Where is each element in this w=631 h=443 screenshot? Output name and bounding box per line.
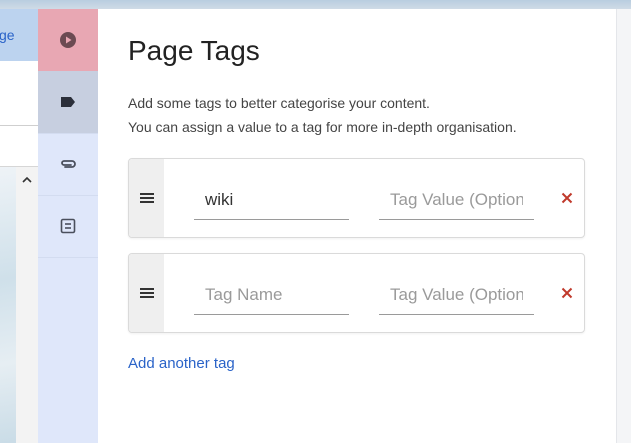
close-icon [561, 287, 573, 299]
remove-tag-button[interactable] [559, 285, 575, 301]
drag-handle[interactable] [129, 254, 164, 332]
editor-pane: ge [0, 9, 38, 443]
remove-tag-button[interactable] [559, 190, 575, 206]
editor-divider [0, 125, 38, 126]
editor-active-item[interactable]: ge [0, 9, 38, 61]
editor-scrollbar[interactable] [16, 167, 38, 443]
attachment-icon [61, 160, 76, 168]
tab-attachments[interactable] [38, 133, 98, 196]
tag-row [128, 253, 585, 333]
tag-icon [61, 97, 75, 107]
page-title: Page Tags [128, 35, 260, 66]
play-icon [60, 32, 76, 48]
tab-play[interactable] [38, 9, 98, 72]
toolbox-tabs [38, 9, 99, 443]
add-another-tag-link[interactable]: Add another tag [128, 355, 235, 372]
close-icon [561, 192, 573, 204]
tag-name-input[interactable] [194, 276, 349, 315]
tag-value-input[interactable] [379, 181, 534, 220]
right-edge [616, 9, 631, 443]
tab-tags[interactable] [38, 71, 98, 134]
chevron-up-icon[interactable] [21, 174, 33, 186]
tags-description-line1: Add some tags to better categorise your … [128, 95, 430, 111]
drag-handle-icon[interactable] [139, 287, 154, 299]
editor-active-item-text[interactable]: ge [0, 27, 15, 43]
drag-handle[interactable] [129, 159, 164, 237]
template-icon [60, 218, 76, 234]
tag-value-input[interactable] [379, 276, 534, 315]
tag-row [128, 158, 585, 238]
tag-name-input[interactable] [194, 181, 349, 220]
window-top-strip [0, 0, 631, 9]
tags-description-line2: You can assign a value to a tag for more… [128, 119, 517, 135]
drag-handle-icon[interactable] [139, 192, 154, 204]
tab-templates[interactable] [38, 195, 98, 258]
tags-panel: Page Tags Add some tags to better catego… [98, 9, 616, 443]
